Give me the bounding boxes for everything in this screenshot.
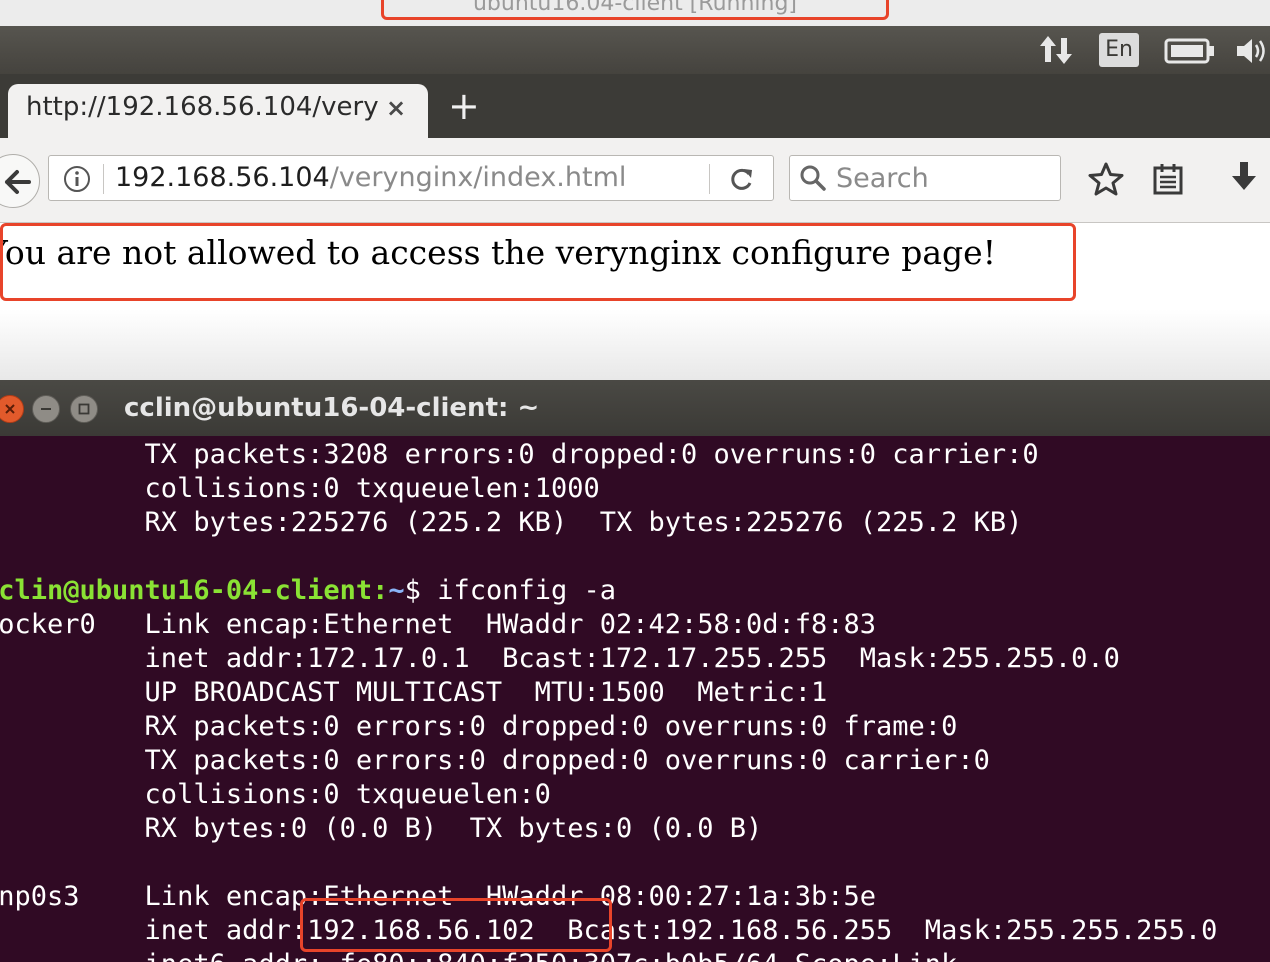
search-bar[interactable]: Search xyxy=(789,155,1061,201)
terminal-line: UP BROADCAST MULTICAST MTU:1500 Metric:1 xyxy=(0,677,828,708)
browser-tab-bar: http://192.168.56.104/verynginx/index.ht… xyxy=(0,74,1270,140)
terminal-output: TX packets:3208 errors:0 dropped:0 overr… xyxy=(0,438,1217,962)
terminal-line: TX packets:0 errors:0 dropped:0 overruns… xyxy=(0,745,990,776)
bookmarks-menu-icon[interactable] xyxy=(1152,162,1184,196)
terminal-command: ifconfig -a xyxy=(437,575,616,606)
prompt-colon: : xyxy=(372,575,389,606)
terminal-prompt-line: cclin@ubuntu16-04-client:~$ ifconfig -a xyxy=(0,575,616,606)
terminal-line: RX bytes:225276 (225.2 KB) TX bytes:2252… xyxy=(0,507,1023,538)
url-path: /verynginx/index.html xyxy=(329,162,627,193)
terminal-titlebar: cclin@ubuntu16-04-client: ~ xyxy=(0,380,1270,436)
tab-current[interactable]: http://192.168.56.104/verynginx/index.ht… xyxy=(8,84,428,140)
annotation-box-message xyxy=(0,223,1076,301)
network-updown-icon[interactable] xyxy=(1036,32,1076,72)
minimize-icon xyxy=(41,408,51,410)
terminal-line: collisions:0 txqueuelen:1000 xyxy=(0,473,600,504)
prompt-user: cclin@ubuntu16-04-client xyxy=(0,575,373,606)
page-content: You are not allowed to access the veryng… xyxy=(0,223,1270,380)
reload-icon[interactable] xyxy=(727,164,757,194)
terminal-line: RX bytes:0 (0.0 B) TX bytes:0 (0.0 B) xyxy=(0,813,763,844)
url-bar[interactable]: 192.168.56.104/verynginx/index.html xyxy=(48,155,774,201)
url-host: 192.168.56.104 xyxy=(115,162,330,193)
battery-icon[interactable] xyxy=(1164,38,1216,68)
back-arrow-icon xyxy=(5,170,31,194)
terminal-line: inet addr:172.17.0.1 Bcast:172.17.255.25… xyxy=(0,643,1120,674)
ubuntu-top-panel: En xyxy=(0,26,1270,74)
maximize-button[interactable] xyxy=(70,395,98,423)
prompt-symbol: $ xyxy=(404,575,438,606)
terminal-title: cclin@ubuntu16-04-client: ~ xyxy=(124,393,540,423)
search-input[interactable]: Search xyxy=(836,163,929,194)
input-language-indicator[interactable]: En xyxy=(1099,33,1139,67)
minimize-button[interactable] xyxy=(32,395,60,423)
bookmark-star-icon[interactable] xyxy=(1088,162,1124,196)
back-button[interactable] xyxy=(0,154,40,208)
download-icon[interactable] xyxy=(1228,160,1260,196)
url-separator xyxy=(103,164,104,194)
search-icon xyxy=(800,165,826,191)
terminal-line: TX packets:3208 errors:0 dropped:0 overr… xyxy=(0,439,1039,470)
url-reload-separator xyxy=(709,164,710,194)
close-icon xyxy=(5,404,15,414)
url-text[interactable]: 192.168.56.104/verynginx/index.html xyxy=(115,162,626,193)
close-button[interactable] xyxy=(0,395,24,423)
site-info-icon[interactable] xyxy=(62,164,92,194)
terminal-line: RX packets:0 errors:0 dropped:0 overruns… xyxy=(0,711,958,742)
tab-title: http://192.168.56.104/verynginx/index.ht… xyxy=(26,92,378,122)
terminal-line: collisions:0 txqueuelen:0 xyxy=(0,779,551,810)
volume-icon[interactable] xyxy=(1234,36,1270,70)
terminal-line: docker0 Link encap:Ethernet HWaddr 02:42… xyxy=(0,609,877,640)
prompt-path: ~ xyxy=(388,575,405,606)
browser-nav-bar: 192.168.56.104/verynginx/index.html Sear… xyxy=(0,138,1270,223)
annotation-box-ip-address xyxy=(300,898,612,952)
annotation-box-vm-title xyxy=(381,0,889,20)
terminal-body[interactable]: TX packets:3208 errors:0 dropped:0 overr… xyxy=(0,436,1270,962)
tab-close-icon[interactable]: × xyxy=(386,94,406,122)
maximize-icon xyxy=(78,403,90,415)
new-tab-button[interactable]: + xyxy=(448,86,480,126)
